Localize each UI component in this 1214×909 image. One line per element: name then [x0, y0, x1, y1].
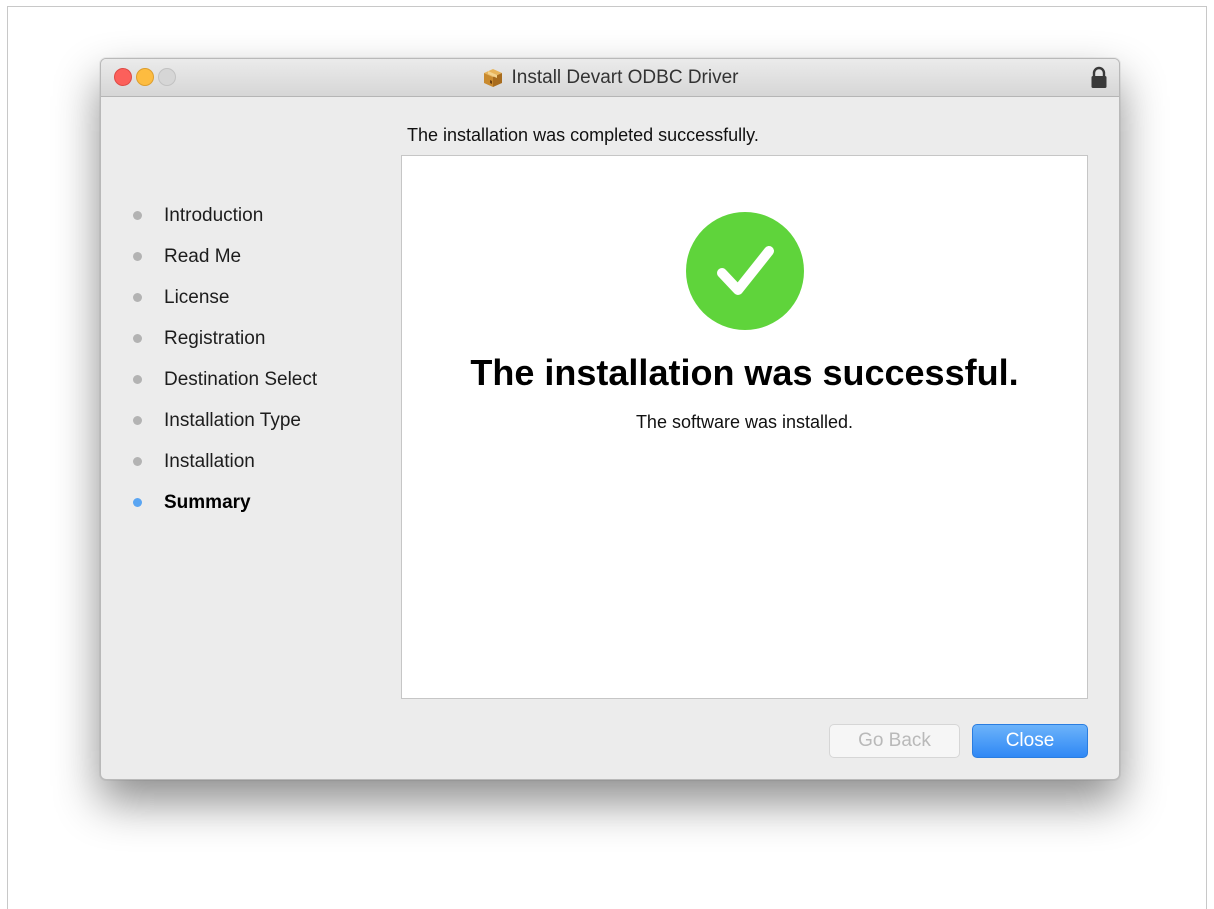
success-subtitle: The software was installed.: [635, 412, 854, 432]
step-bullet: [133, 375, 142, 384]
step-label: Destination Select: [164, 368, 318, 390]
success-title: The installation was successful.: [470, 352, 1019, 393]
installer-window: Install Devart ODBC Driver The installat…: [100, 58, 1120, 780]
step-summary: Summary: [133, 482, 317, 523]
lock-icon[interactable]: [1089, 66, 1109, 90]
step-bullet: [133, 293, 142, 302]
step-label: Summary: [164, 491, 251, 513]
step-bullet: [133, 416, 142, 425]
step-destination-select: Destination Select: [133, 359, 317, 400]
window-title: Install Devart ODBC Driver: [511, 66, 739, 88]
step-label: Registration: [164, 327, 266, 349]
step-installation-type: Installation Type: [133, 400, 317, 441]
step-label: Read Me: [164, 245, 242, 267]
step-read-me: Read Me: [133, 236, 317, 277]
step-bullet: [133, 252, 142, 261]
step-label: Installation: [164, 450, 255, 472]
step-label: License: [164, 286, 230, 308]
title-bar[interactable]: Install Devart ODBC Driver: [101, 59, 1119, 97]
step-introduction: Introduction: [133, 195, 317, 236]
step-registration: Registration: [133, 318, 317, 359]
step-bullet: [133, 211, 142, 220]
summary-content-panel: The installation was successful. The sof…: [401, 155, 1088, 699]
step-bullet: [133, 457, 142, 466]
step-bullet-active: [133, 498, 142, 507]
installer-steps-sidebar: Introduction Read Me License Registratio…: [133, 195, 317, 523]
step-label: Introduction: [164, 204, 264, 226]
go-back-button[interactable]: Go Back: [829, 724, 960, 758]
step-label: Installation Type: [164, 409, 301, 431]
step-bullet: [133, 334, 142, 343]
close-button[interactable]: Close: [972, 724, 1088, 758]
step-license: License: [133, 277, 317, 318]
title-group: Install Devart ODBC Driver: [101, 59, 1119, 96]
package-icon: [482, 67, 504, 89]
checkmark-success-icon: [685, 211, 805, 331]
step-installation: Installation: [133, 441, 317, 482]
status-heading: The installation was completed successfu…: [407, 125, 759, 145]
